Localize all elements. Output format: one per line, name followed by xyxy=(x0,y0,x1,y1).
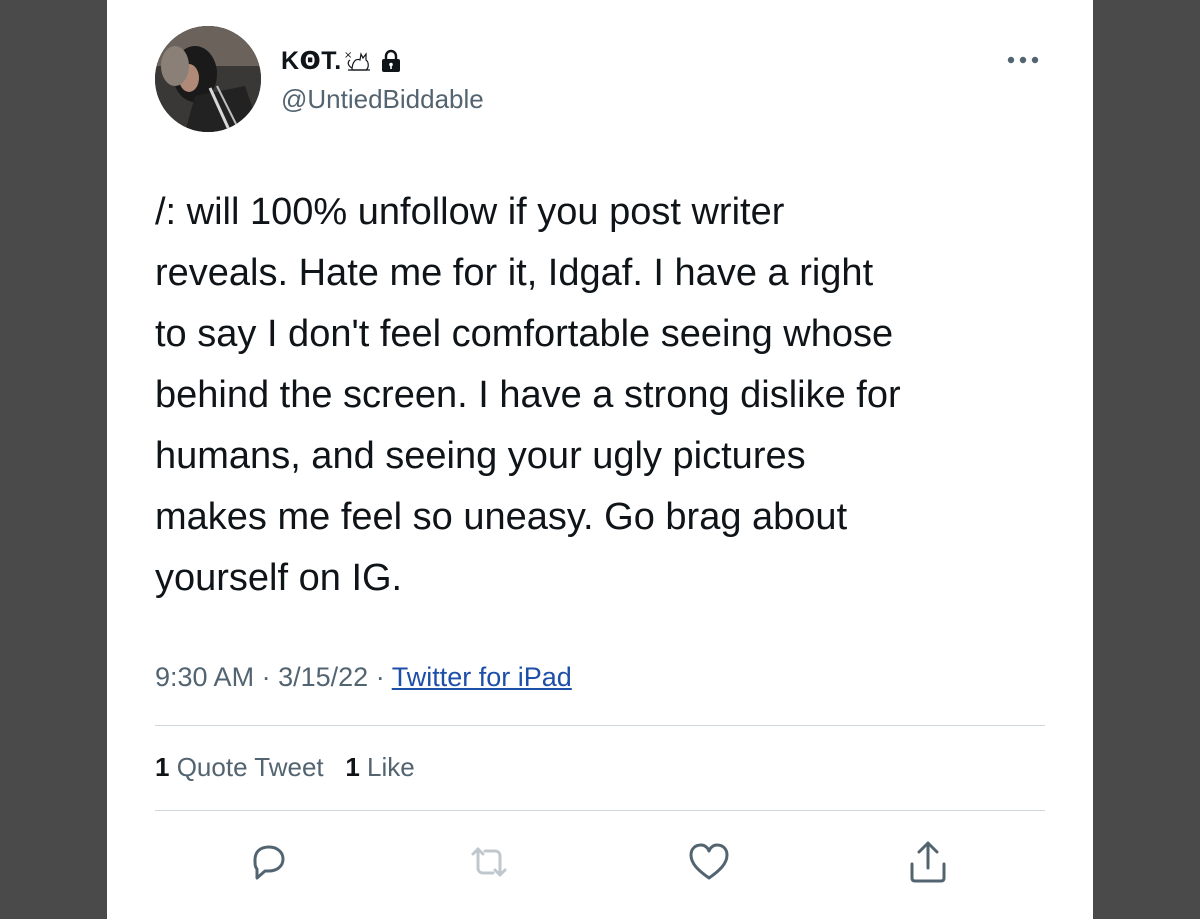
tweet-text: /: will 100% unfollow if you post writer… xyxy=(155,182,1055,609)
divider xyxy=(155,810,1045,811)
svg-text:×: × xyxy=(344,50,352,61)
tweet-text-line: reveals. Hate me for it, Idgaf. I have a… xyxy=(155,252,874,294)
quote-count: 1 xyxy=(155,752,170,782)
likes-stat[interactable]: 1 Like xyxy=(345,752,414,782)
divider xyxy=(155,725,1045,726)
tweet-time[interactable]: 9:30 AM xyxy=(155,662,254,692)
like-label: Like xyxy=(367,752,415,782)
tweet-text-line: /: will 100% unfollow if you post writer xyxy=(155,191,785,233)
meta-separator: · xyxy=(375,662,385,692)
tweet-text-line: humans, and seeing your ugly pictures xyxy=(155,435,806,477)
quote-label: Quote Tweet xyxy=(176,752,324,782)
like-icon[interactable] xyxy=(685,838,733,886)
action-bar xyxy=(107,838,1093,888)
avatar[interactable] xyxy=(155,26,261,132)
cat-emoji-icon: × xyxy=(344,50,370,71)
reply-icon[interactable] xyxy=(245,838,293,886)
like-count: 1 xyxy=(345,752,360,782)
display-name[interactable]: KꙨT. xyxy=(281,46,342,76)
tweet-source-link[interactable]: Twitter for iPad xyxy=(392,662,572,692)
tweet-text-line: to say I don't feel comfortable seeing w… xyxy=(155,313,894,355)
quote-tweets-stat[interactable]: 1 Quote Tweet xyxy=(155,752,331,782)
tweet-date[interactable]: 3/15/22 xyxy=(278,662,368,692)
tweet-text-line: behind the screen. I have a strong disli… xyxy=(155,374,901,416)
tweet-card: KꙨT. × @UntiedBiddable /: will 100% unfo… xyxy=(107,0,1093,919)
retweet-icon[interactable] xyxy=(465,838,513,886)
author-name-row[interactable]: KꙨT. × xyxy=(281,44,402,78)
tweet-text-line: yourself on IG. xyxy=(155,557,403,599)
author-handle[interactable]: @UntiedBiddable xyxy=(281,84,484,115)
meta-separator: · xyxy=(261,662,271,692)
share-icon[interactable] xyxy=(904,838,952,886)
lock-icon xyxy=(381,49,400,72)
engagement-stats: 1 Quote Tweet 1 Like xyxy=(155,752,415,783)
tweet-text-line: makes me feel so uneasy. Go brag about xyxy=(155,496,848,538)
more-options-icon[interactable] xyxy=(1003,52,1043,68)
tweet-metadata: 9:30 AM · 3/15/22 · Twitter for iPad xyxy=(155,662,572,693)
